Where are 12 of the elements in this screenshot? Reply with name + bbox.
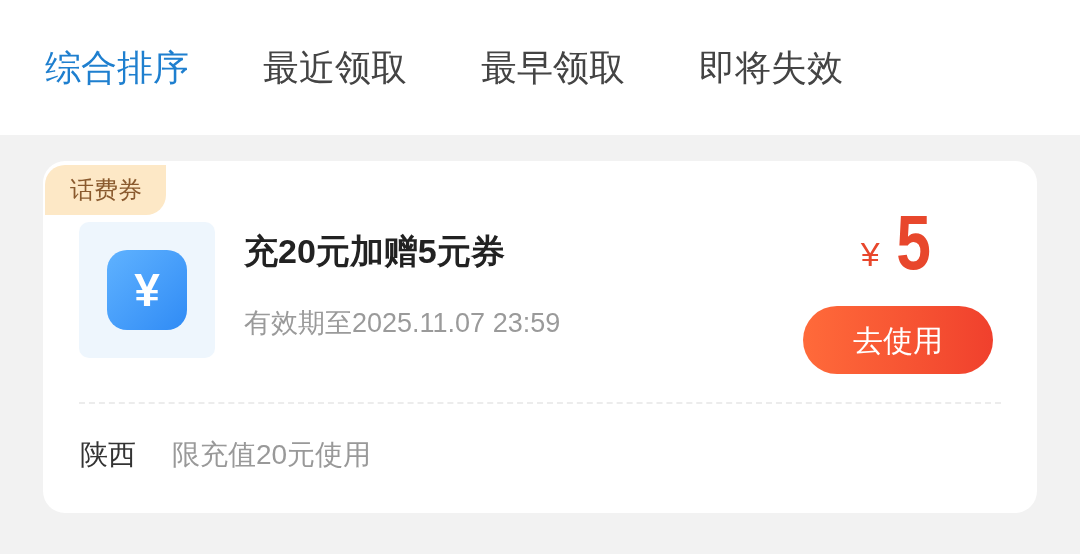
sort-tab[interactable]: 最近领取 xyxy=(263,40,407,95)
region-label: 陕西 xyxy=(80,438,136,472)
yuan-icon: ¥ xyxy=(107,250,187,330)
coupon-title: 充20元加赠5元券 xyxy=(244,231,506,271)
sort-tab[interactable]: 即将失效 xyxy=(699,40,843,95)
sort-tab[interactable]: 综合排序 xyxy=(45,40,189,95)
usage-condition: 限充值20元使用 xyxy=(172,438,372,472)
currency-symbol: ¥ xyxy=(860,234,880,274)
coupon-type-tag: 话费券 xyxy=(45,165,166,215)
sort-tab[interactable]: 最早领取 xyxy=(481,40,625,95)
coupon-amount: 5 xyxy=(896,202,931,282)
expiry-date: 有效期至2025.11.07 23:59 xyxy=(244,307,561,340)
